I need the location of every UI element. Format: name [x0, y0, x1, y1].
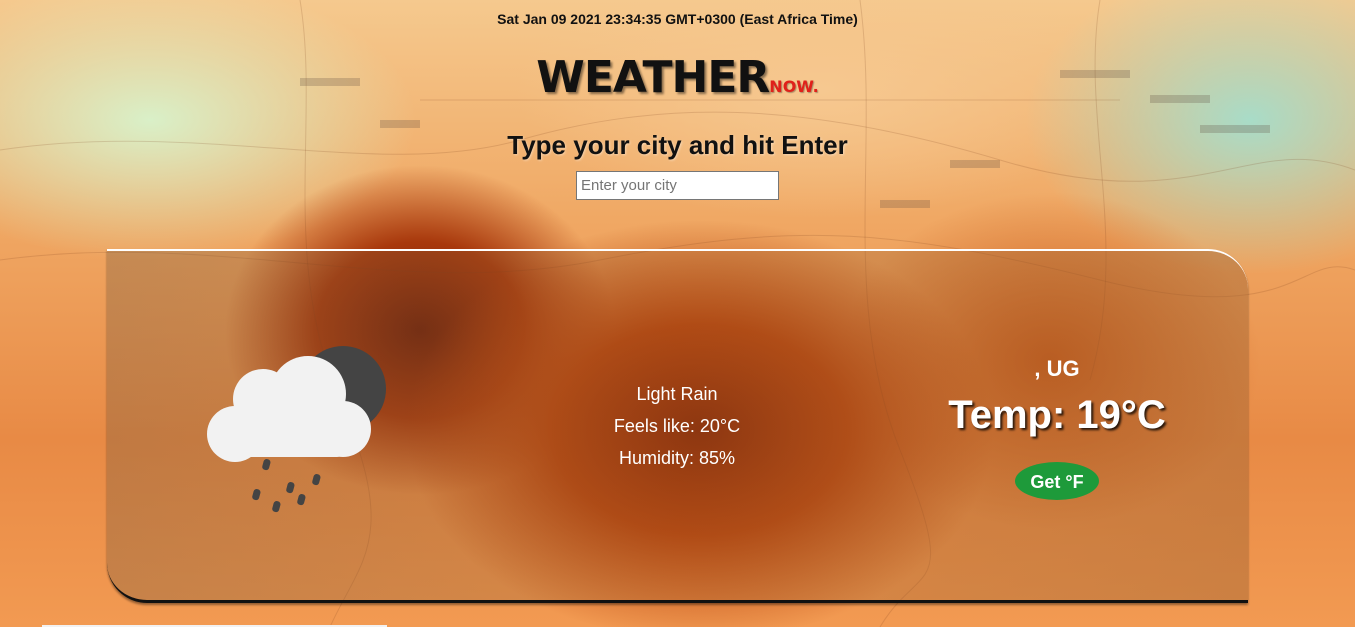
humidity: Humidity: 85% — [618, 448, 736, 468]
weather-description: Light Rain — [636, 384, 718, 404]
current-datetime: Sat Jan 09 2021 23:34:35 GMT+0300 (East … — [497, 11, 858, 27]
app-logo: WEATHERNOW. — [0, 52, 1355, 103]
logo-sub-text: NOW. — [769, 77, 819, 96]
feels-like: Feels like: 20°C — [613, 416, 741, 436]
logo-main-text: WEATHER — [536, 52, 770, 103]
cloud-moon-rain-icon — [207, 346, 386, 513]
weather-card: Light Rain Feels like: 20°C Humidity: 85… — [107, 249, 1248, 603]
location-label: , UG — [1034, 356, 1080, 381]
toggle-fahrenheit-button[interactable]: Get °F — [1015, 462, 1099, 500]
city-search-input[interactable] — [576, 171, 779, 200]
weather-details: Light Rain Feels like: 20°C Humidity: 85… — [527, 381, 827, 477]
temperature-display: Temp: 19°C — [948, 393, 1166, 437]
weather-app-page: Sat Jan 09 2021 23:34:35 GMT+0300 (East … — [0, 0, 1355, 627]
search-prompt: Type your city and hit Enter — [507, 130, 848, 160]
